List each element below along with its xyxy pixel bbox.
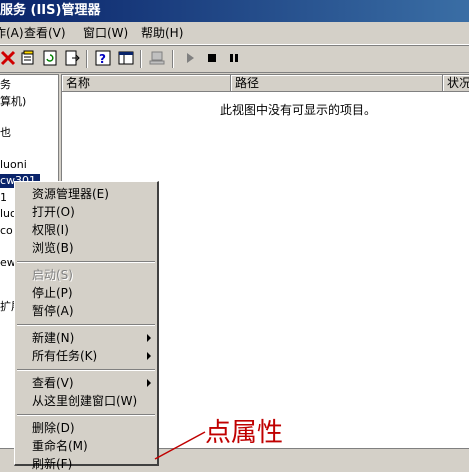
ctx-separator bbox=[17, 261, 155, 263]
ctx-pause[interactable]: 暂停(A) bbox=[32, 303, 74, 319]
tree-node-app-pools[interactable]: 也 bbox=[0, 126, 11, 140]
ctx-separator bbox=[17, 414, 155, 416]
column-header-name[interactable]: 名称 bbox=[62, 75, 231, 92]
svg-text:?: ? bbox=[99, 52, 106, 66]
window-title: 服务 (IIS)管理器 bbox=[0, 3, 101, 18]
column-header-path[interactable]: 路径 bbox=[231, 75, 443, 92]
ctx-separator bbox=[17, 369, 155, 371]
title-bar: 服务 (IIS)管理器 bbox=[0, 0, 469, 22]
ctx-explore[interactable]: 资源管理器(E) bbox=[32, 186, 109, 202]
menu-help[interactable]: 帮助(H) bbox=[141, 25, 183, 41]
tree-node-site-luoni[interactable]: luoni bbox=[0, 158, 27, 172]
properties-icon[interactable] bbox=[20, 50, 36, 66]
empty-list-message: 此视图中没有可显示的项目。 bbox=[220, 103, 377, 117]
context-menu: 资源管理器(E) 打开(O) 权限(I) 浏览(B) 启动(S) 停止(P) 暂… bbox=[14, 181, 159, 471]
stop-icon[interactable] bbox=[204, 50, 220, 66]
ctx-delete[interactable]: 删除(D) bbox=[32, 420, 75, 436]
ctx-refresh[interactable]: 刷新(F) bbox=[32, 456, 72, 472]
toolbar-separator bbox=[172, 50, 174, 68]
refresh-icon[interactable] bbox=[42, 50, 58, 66]
ctx-rename[interactable]: 重命名(M) bbox=[32, 438, 88, 454]
ctx-start: 启动(S) bbox=[32, 268, 73, 282]
ctx-permissions[interactable]: 权限(I) bbox=[32, 222, 69, 238]
tree-node-services[interactable]: 务 bbox=[0, 78, 11, 92]
menu-action[interactable]: 作(A) bbox=[0, 25, 24, 41]
menu-bar: 作(A) 查看(V) 窗口(W) 帮助(H) bbox=[0, 22, 469, 45]
column-header-status[interactable]: 状况 bbox=[443, 75, 469, 92]
connect-icon[interactable] bbox=[149, 50, 165, 66]
submenu-arrow-icon bbox=[147, 334, 151, 342]
ctx-view[interactable]: 查看(V) bbox=[32, 375, 74, 391]
annotation-arrow-icon bbox=[154, 431, 206, 460]
tree-node-site-1[interactable]: 1 bbox=[0, 191, 7, 205]
delete-icon[interactable] bbox=[0, 50, 16, 66]
tree-node-local-computer[interactable]: 算机) bbox=[0, 95, 26, 109]
submenu-arrow-icon bbox=[147, 352, 151, 360]
help-icon[interactable]: ? bbox=[95, 50, 111, 66]
ctx-all-tasks[interactable]: 所有任务(K) bbox=[32, 348, 97, 364]
menu-window[interactable]: 窗口(W) bbox=[83, 25, 128, 41]
ctx-new[interactable]: 新建(N) bbox=[32, 330, 74, 346]
toolbar-separator bbox=[140, 50, 142, 68]
ctx-stop[interactable]: 停止(P) bbox=[32, 285, 73, 301]
menu-view[interactable]: 查看(V) bbox=[24, 25, 66, 41]
tree-node-site-co[interactable]: co bbox=[0, 224, 13, 238]
export-icon[interactable] bbox=[64, 50, 80, 66]
play-icon[interactable] bbox=[182, 50, 198, 66]
ctx-separator bbox=[17, 324, 155, 326]
pause-icon[interactable] bbox=[226, 50, 242, 66]
submenu-arrow-icon bbox=[147, 379, 151, 387]
ctx-new-window[interactable]: 从这里创建窗口(W) bbox=[32, 393, 137, 409]
toolbar: ? bbox=[0, 46, 469, 73]
ctx-open[interactable]: 打开(O) bbox=[32, 204, 75, 220]
show-hide-icon[interactable] bbox=[118, 50, 134, 66]
ctx-browse[interactable]: 浏览(B) bbox=[32, 240, 74, 256]
toolbar-separator bbox=[86, 50, 88, 68]
annotation-text: 点属性 bbox=[205, 418, 284, 448]
